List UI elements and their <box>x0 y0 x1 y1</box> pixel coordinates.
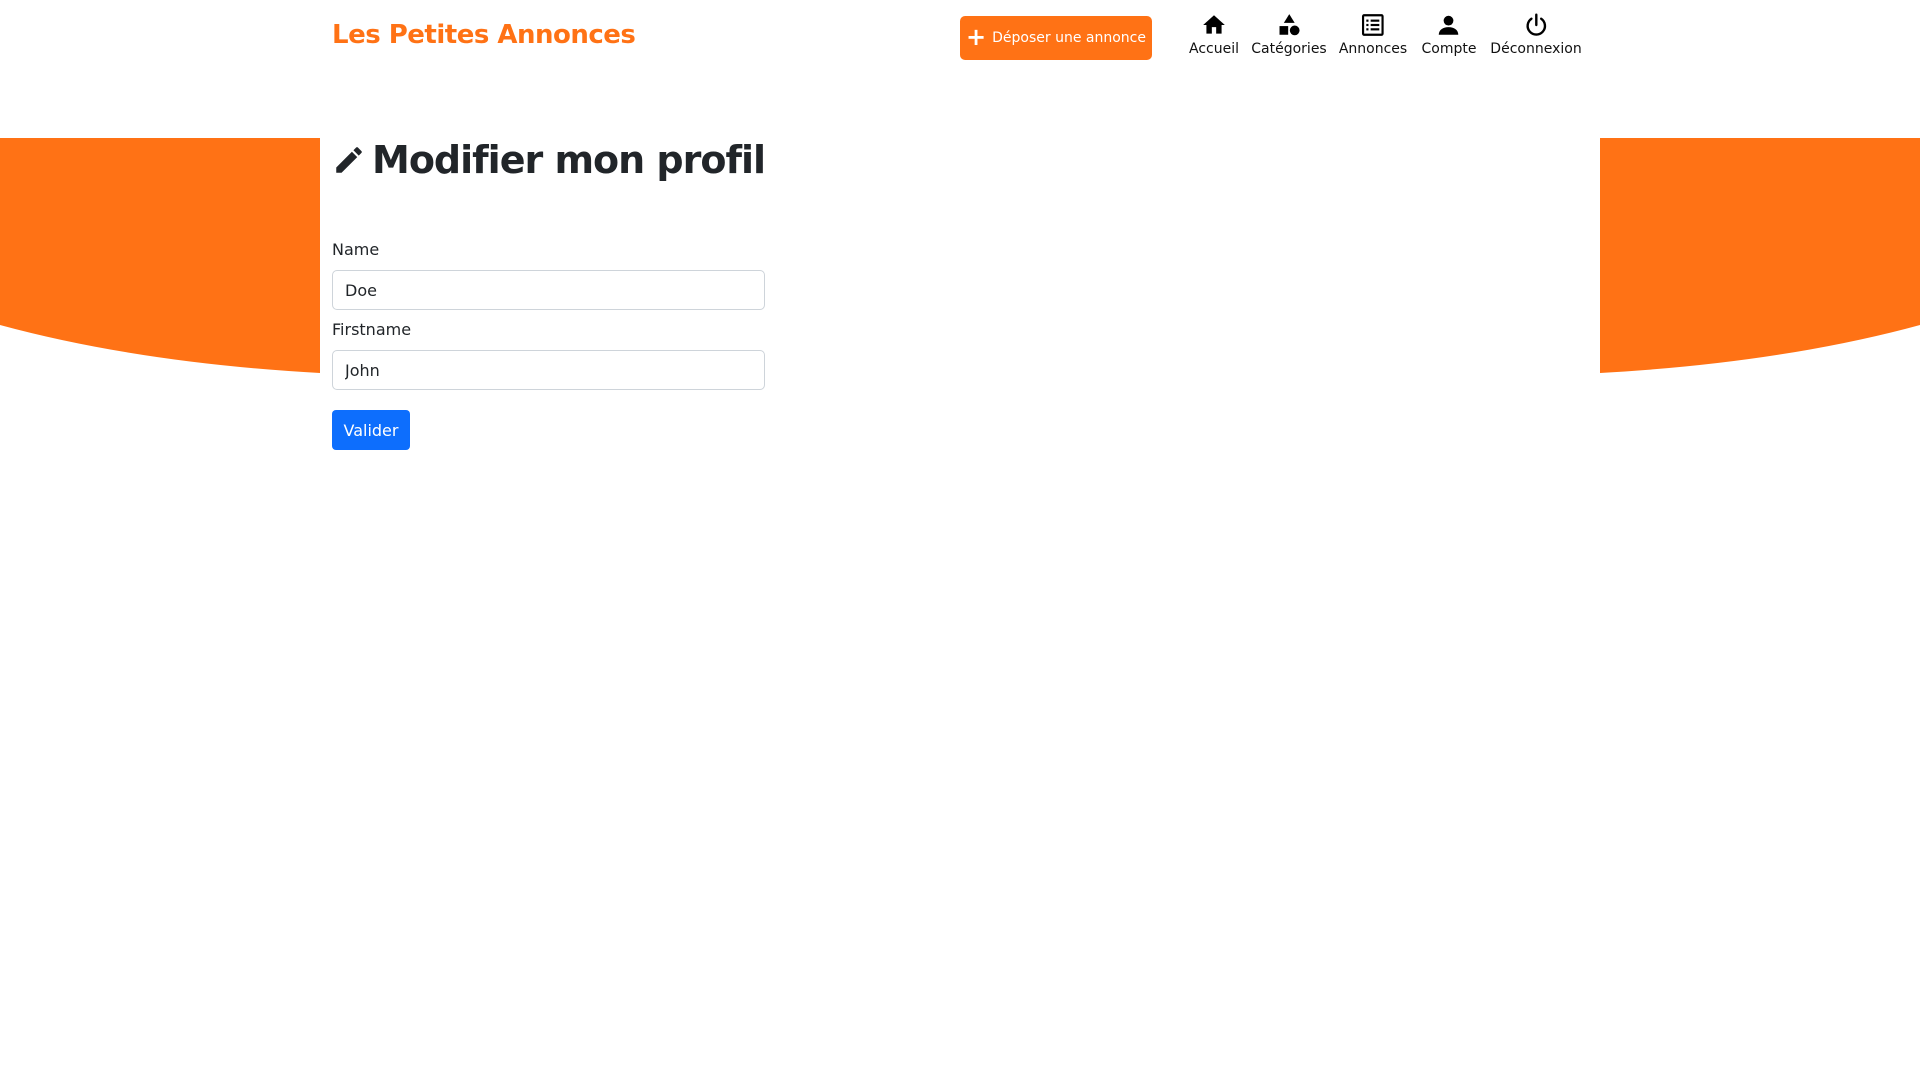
top-navbar: Les Petites Annonces + Déposer une annon… <box>0 0 1920 80</box>
decorative-wave-left <box>0 138 320 373</box>
nav-item-compte[interactable]: Compte <box>1421 12 1477 57</box>
nav-label-categories: Catégories <box>1251 41 1327 57</box>
pencil-icon <box>336 147 362 173</box>
name-field[interactable] <box>332 270 765 310</box>
nav-item-annonces[interactable]: Annonces <box>1339 12 1407 57</box>
page-title: Modifier mon profil <box>372 138 766 182</box>
nav-item-deconnexion[interactable]: Déconnexion <box>1490 12 1582 57</box>
person-icon <box>1439 15 1459 35</box>
profile-edit-section: Modifier mon profil Name Firstname Valid… <box>332 138 1212 450</box>
post-ad-button[interactable]: + Déposer une annonce <box>960 16 1152 60</box>
home-icon <box>1203 15 1225 34</box>
page-heading: Modifier mon profil <box>332 138 1212 182</box>
plus-icon: + <box>966 23 987 51</box>
nav-label-annonces: Annonces <box>1338 41 1408 57</box>
firstname-label: Firstname <box>332 320 412 339</box>
nav-label-deconnexion: Déconnexion <box>1490 41 1582 57</box>
submit-button[interactable]: Valider <box>332 410 410 450</box>
post-ad-label: Déposer une annonce <box>992 30 1146 46</box>
shapes-icon <box>1279 14 1300 36</box>
nav-label-compte: Compte <box>1421 41 1477 57</box>
list-icon <box>1362 14 1384 36</box>
nav-label-accueil: Accueil <box>1189 41 1239 57</box>
name-label: Name <box>332 240 380 259</box>
nav-item-categories[interactable]: Catégories <box>1251 12 1327 57</box>
decorative-wave-right <box>1600 138 1920 373</box>
brand-logo[interactable]: Les Petites Annonces <box>332 20 636 50</box>
power-icon <box>1526 13 1546 36</box>
firstname-field[interactable] <box>332 350 765 390</box>
nav-item-accueil[interactable]: Accueil <box>1189 12 1239 57</box>
